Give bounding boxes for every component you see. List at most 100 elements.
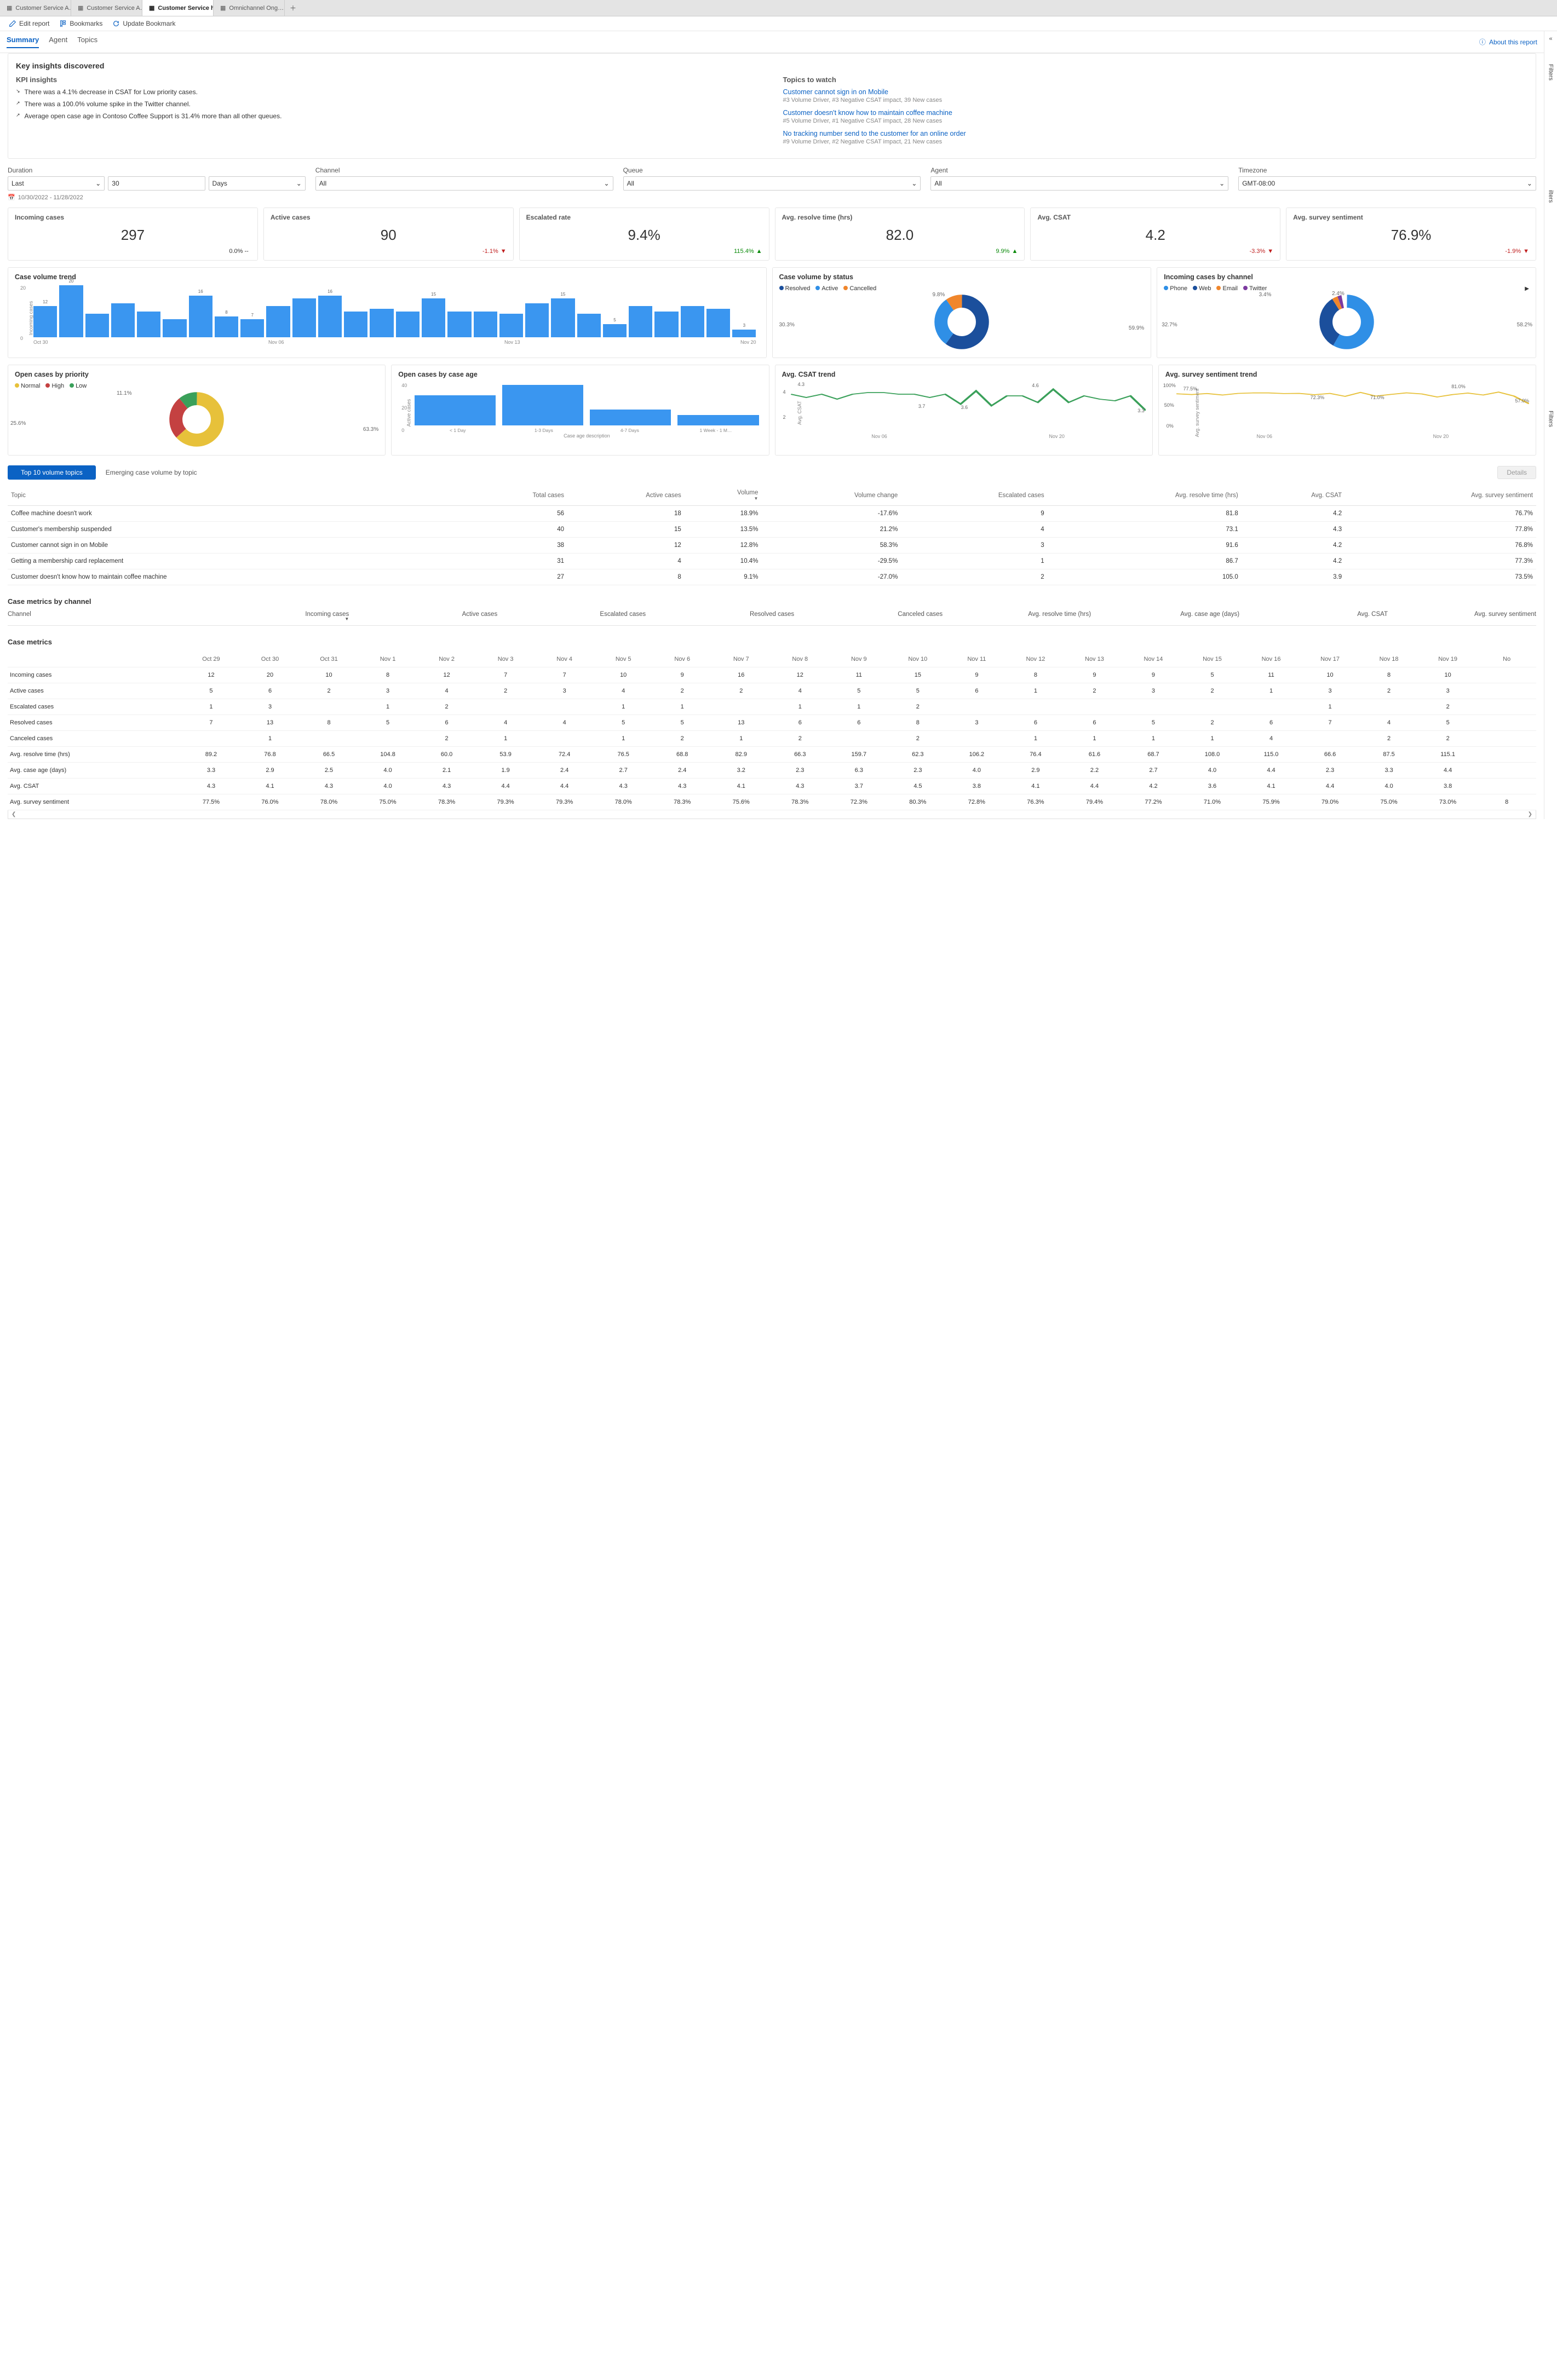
queue-select[interactable]: All⌄ xyxy=(623,176,921,191)
metrics-table-wrap[interactable]: Oct 29Oct 30Oct 31Nov 1Nov 2Nov 3Nov 4No… xyxy=(8,652,1536,810)
col-header[interactable]: Total cases xyxy=(461,485,567,506)
col-header[interactable]: Active cases xyxy=(567,485,685,506)
top10-topics-button[interactable]: Top 10 volume topics xyxy=(8,465,96,480)
bar: 5 xyxy=(603,324,627,337)
col-header[interactable]: Resolved cases xyxy=(646,611,794,621)
date-header[interactable]: Nov 11 xyxy=(947,652,1007,667)
bookmarks-button[interactable]: Bookmarks xyxy=(59,20,102,27)
duration-number-input[interactable]: 30 xyxy=(108,176,205,191)
col-header[interactable]: Escalated cases xyxy=(901,485,1047,506)
agent-select[interactable]: All⌄ xyxy=(930,176,1228,191)
col-header[interactable]: Avg. resolve time (hrs) xyxy=(1048,485,1242,506)
date-header[interactable]: Nov 1 xyxy=(358,652,417,667)
date-header[interactable]: Nov 14 xyxy=(1124,652,1183,667)
col-header[interactable]: Volume▼ xyxy=(685,485,762,506)
incoming-channel-tile: Incoming cases by channel PhoneWebEmailT… xyxy=(1157,267,1536,358)
filters-rail[interactable]: « Filters ilters Filters xyxy=(1544,31,1557,819)
col-header[interactable]: Avg. survey sentiment xyxy=(1388,611,1536,621)
legend-item: Phone xyxy=(1164,285,1187,292)
x-axis: Oct 30Nov 06Nov 13Nov 20 xyxy=(30,337,760,345)
date-header[interactable]: Nov 3 xyxy=(476,652,535,667)
date-header[interactable]: Nov 10 xyxy=(888,652,947,667)
col-header[interactable]: Escalated cases xyxy=(497,611,646,621)
about-report-link[interactable]: About this report xyxy=(1489,38,1537,46)
chevron-left-icon[interactable]: « xyxy=(1549,36,1552,42)
metric-name: Avg. CSAT xyxy=(8,779,182,794)
horizontal-scrollbar[interactable]: ❮❯ xyxy=(8,810,1536,819)
channel-label: Channel xyxy=(315,166,613,174)
tab-topics[interactable]: Topics xyxy=(77,36,97,48)
tile-title: Avg. survey sentiment trend xyxy=(1165,371,1529,378)
date-header[interactable]: Nov 18 xyxy=(1359,652,1418,667)
table-row[interactable]: Coffee machine doesn't work561818.9%-17.… xyxy=(8,506,1536,522)
tab-summary[interactable]: Summary xyxy=(7,36,39,48)
update-bookmark-button[interactable]: Update Bookmark xyxy=(112,20,175,27)
date-header[interactable]: Nov 2 xyxy=(417,652,476,667)
tab-0[interactable]: ▦Customer Service A… xyxy=(0,0,71,16)
kpi-card: Avg. survey sentiment 76.9% -1.9% xyxy=(1286,208,1536,261)
topic-link-3[interactable]: No tracking number send to the customer … xyxy=(783,130,1529,137)
topic-link-2[interactable]: Customer doesn't know how to maintain co… xyxy=(783,109,1529,117)
table-row[interactable]: Getting a membership card replacement314… xyxy=(8,554,1536,569)
channel-select[interactable]: All⌄ xyxy=(315,176,613,191)
col-header[interactable]: Avg. survey sentiment xyxy=(1345,485,1536,506)
col-header[interactable]: Avg. CSAT xyxy=(1242,485,1345,506)
date-header[interactable]: Nov 6 xyxy=(653,652,712,667)
tab-3[interactable]: ▦Omnichannel Ong… xyxy=(214,0,285,16)
kpi-value: 76.9% xyxy=(1293,227,1529,244)
col-header[interactable]: Avg. case age (days) xyxy=(1091,611,1239,621)
date-header[interactable]: Nov 12 xyxy=(1006,652,1065,667)
col-header[interactable]: Avg. resolve time (hrs) xyxy=(943,611,1091,621)
table-row[interactable]: Customer's membership suspended401513.5%… xyxy=(8,522,1536,538)
bar xyxy=(629,306,652,337)
date-header[interactable]: Nov 15 xyxy=(1183,652,1242,667)
tab-1[interactable]: ▦Customer Service A… xyxy=(71,0,142,16)
date-header[interactable]: Oct 29 xyxy=(182,652,241,667)
date-header[interactable]: Nov 16 xyxy=(1242,652,1301,667)
next-icon[interactable]: ▶ xyxy=(1525,286,1529,292)
date-header[interactable]: No xyxy=(1477,652,1536,667)
col-header[interactable]: Incoming cases▼ xyxy=(200,611,349,621)
col-header[interactable]: Topic xyxy=(8,485,461,506)
table-row: Avg. CSAT4.34.14.34.04.34.44.44.34.34.14… xyxy=(8,779,1536,794)
legend-item: Twitter xyxy=(1243,285,1267,292)
col-header[interactable]: Active cases xyxy=(349,611,497,621)
date-header[interactable]: Nov 17 xyxy=(1301,652,1360,667)
table-row: Active cases5623423422455612321323 xyxy=(8,683,1536,699)
topic-link-1[interactable]: Customer cannot sign in on Mobile xyxy=(783,88,1529,96)
date-header[interactable]: Oct 31 xyxy=(300,652,359,667)
tab-2-active[interactable]: ▦Customer Service historic…✕ xyxy=(142,0,214,16)
bar xyxy=(137,312,160,338)
date-header[interactable]: Nov 4 xyxy=(535,652,594,667)
date-header[interactable]: Nov 7 xyxy=(711,652,771,667)
bar: 8 xyxy=(215,316,238,337)
kpi-value: 90 xyxy=(271,227,507,244)
details-button[interactable]: Details xyxy=(1497,466,1536,479)
date-header[interactable]: Nov 8 xyxy=(771,652,830,667)
date-header[interactable]: Nov 13 xyxy=(1065,652,1124,667)
table-row[interactable]: Customer doesn't know how to maintain co… xyxy=(8,569,1536,585)
table-row[interactable]: Customer cannot sign in on Mobile381212.… xyxy=(8,538,1536,554)
filters-label-2[interactable]: ilters xyxy=(1548,190,1554,203)
col-header[interactable]: Channel xyxy=(8,611,200,621)
date-header[interactable]: Nov 19 xyxy=(1418,652,1478,667)
tab-agent[interactable]: Agent xyxy=(49,36,67,48)
x-axis: < 1 Day1-3 Days4-7 Days1 Week - 1 M… xyxy=(411,425,762,433)
date-header[interactable]: Nov 9 xyxy=(830,652,889,667)
duration-mode-select[interactable]: Last⌄ xyxy=(8,176,105,191)
duration-unit-select[interactable]: Days⌄ xyxy=(209,176,306,191)
chevron-down-icon: ⌄ xyxy=(911,180,917,187)
timezone-select[interactable]: GMT-08:00⌄ xyxy=(1238,176,1536,191)
new-tab-button[interactable]: ＋ xyxy=(285,0,301,16)
filters-label[interactable]: Filters xyxy=(1548,64,1554,80)
metrics-table: Oct 29Oct 30Oct 31Nov 1Nov 2Nov 3Nov 4No… xyxy=(8,652,1536,810)
date-header[interactable]: Nov 5 xyxy=(594,652,653,667)
date-header[interactable]: Oct 30 xyxy=(240,652,300,667)
col-header[interactable]: Canceled cases xyxy=(794,611,943,621)
emerging-topics-button[interactable]: Emerging case volume by topic xyxy=(106,469,197,476)
col-header[interactable]: Avg. CSAT xyxy=(1239,611,1388,621)
filters-label-3[interactable]: Filters xyxy=(1548,411,1554,427)
edit-report-button[interactable]: Edit report xyxy=(9,20,49,27)
insights-title: Key insights discovered xyxy=(16,61,1528,70)
col-header[interactable]: Volume change xyxy=(761,485,901,506)
